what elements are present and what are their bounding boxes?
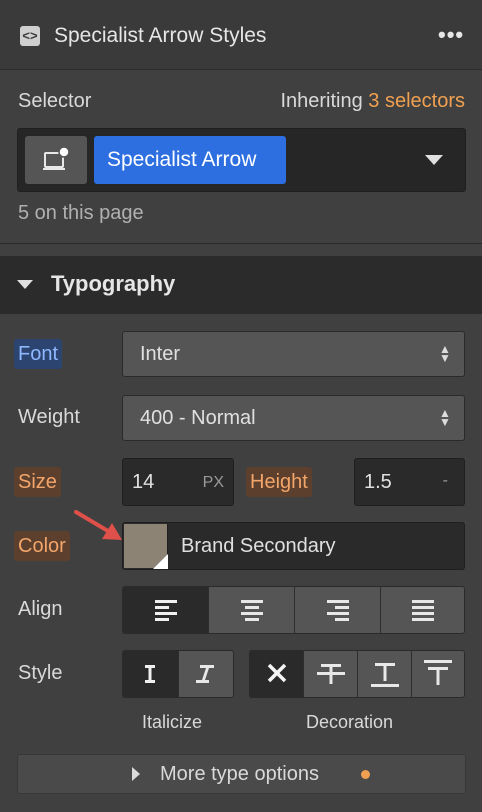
text-cursor-icon [145, 665, 155, 683]
height-label[interactable]: Height [246, 467, 312, 497]
italic-on-button[interactable] [179, 651, 233, 697]
annotation-arrow-icon [74, 510, 122, 540]
more-type-options-button[interactable]: More type options [17, 754, 466, 794]
font-label[interactable]: Font [14, 339, 63, 369]
color-picker-field[interactable]: Brand Secondary [122, 522, 465, 570]
strikethrough-icon [317, 664, 345, 684]
expand-caret-icon [132, 767, 140, 781]
selector-tag[interactable]: Specialist Arrow [94, 136, 286, 184]
decoration-group [249, 650, 465, 698]
text-align-group [122, 586, 465, 634]
collapse-caret-icon[interactable] [17, 280, 33, 289]
element-state-icon [43, 146, 70, 170]
weight-label: Weight [18, 406, 80, 428]
modified-indicator-dot [361, 770, 370, 779]
size-input[interactable]: 14 PX [122, 458, 234, 506]
font-select[interactable]: Inter ▲ ▼ [122, 331, 465, 377]
typography-title: Typography [51, 271, 176, 296]
color-value: Brand Secondary [181, 535, 336, 557]
height-value: 1.5 [364, 471, 392, 493]
size-unit[interactable]: PX [203, 474, 224, 492]
weight-value: 400 - Normal [140, 407, 256, 429]
select-arrows-icon: ▲ ▼ [439, 342, 451, 365]
italic-icon [196, 665, 214, 683]
color-label[interactable]: Color [14, 531, 70, 561]
selector-state-button[interactable] [25, 136, 87, 184]
italic-group [122, 650, 234, 698]
italic-off-button[interactable] [123, 651, 179, 697]
swatch-corner-icon [153, 554, 168, 569]
decoration-caption: Decoration [306, 712, 394, 732]
selector-dropdown-icon[interactable] [425, 155, 443, 165]
italicize-caption: Italicize [142, 712, 203, 732]
align-center-button[interactable] [209, 587, 295, 633]
align-label: Align [18, 598, 63, 620]
page-count: 5 on this page [18, 202, 144, 224]
strikethrough-button[interactable] [304, 651, 358, 697]
align-left-button[interactable] [123, 587, 209, 633]
more-type-options-label: More type options [160, 763, 319, 785]
underline-icon [371, 663, 399, 687]
decoration-none-button[interactable] [250, 651, 304, 697]
selector-label: Selector [18, 90, 92, 112]
align-left-icon [155, 600, 177, 621]
align-right-icon [327, 600, 349, 621]
size-label[interactable]: Size [14, 467, 61, 497]
align-justify-icon [412, 600, 434, 621]
size-value: 14 [132, 471, 155, 493]
align-justify-button[interactable] [381, 587, 466, 633]
align-right-button[interactable] [295, 587, 381, 633]
height-unit[interactable]: - [443, 472, 448, 490]
overline-button[interactable] [412, 651, 464, 697]
align-center-icon [241, 600, 263, 621]
select-arrows-icon: ▲ ▼ [439, 406, 451, 429]
font-value: Inter [140, 343, 181, 365]
underline-button[interactable] [358, 651, 412, 697]
inheriting-count-link[interactable]: 3 selectors [368, 90, 465, 112]
more-dots-icon[interactable]: ••• [438, 22, 464, 48]
close-icon [267, 663, 287, 683]
panel-title: Specialist Arrow Styles [54, 24, 267, 47]
overline-icon [424, 660, 452, 685]
line-height-input[interactable]: 1.5 - [354, 458, 465, 506]
inheriting-prefix: Inheriting [280, 90, 363, 112]
inheriting-info[interactable]: Inheriting 3 selectors [280, 90, 465, 113]
weight-select[interactable]: 400 - Normal ▲ ▼ [122, 395, 465, 441]
style-label: Style [18, 662, 63, 684]
code-brackets-icon: <> [20, 26, 40, 46]
